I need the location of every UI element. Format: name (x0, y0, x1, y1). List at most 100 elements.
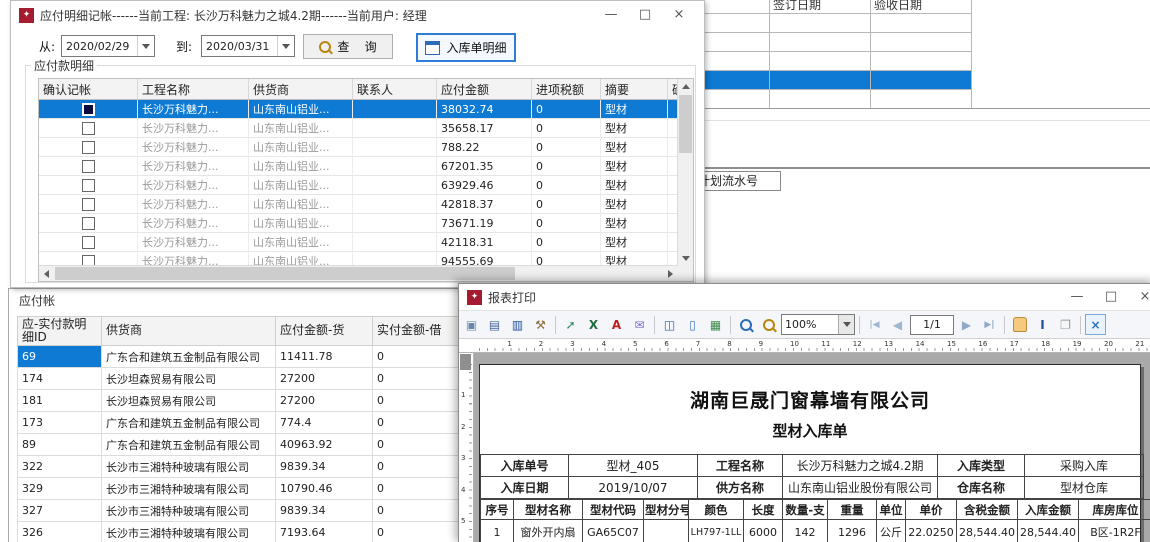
confirm-checkbox[interactable] (82, 141, 95, 154)
table-row[interactable]: 326长沙市三湘特种玻璃有限公司7193.6400 (18, 522, 463, 542)
scrollbar-thumb[interactable] (679, 95, 692, 153)
cell-confirm[interactable] (39, 176, 138, 195)
table-row[interactable]: 181长沙坦森贸易有限公司2720000 (18, 390, 463, 412)
cell-confirm[interactable] (39, 138, 138, 157)
column-header[interactable]: 进项税额 (532, 79, 601, 100)
cell-paid: 0 (373, 478, 463, 500)
app-icon: ✦ (467, 290, 482, 305)
cell-confirm[interactable] (39, 195, 138, 214)
column-header: 单价 (906, 500, 957, 520)
confirm-checkbox[interactable] (82, 179, 95, 192)
mail-export-icon[interactable]: ✉ (629, 314, 650, 335)
page-indicator[interactable]: 1/1 (910, 315, 954, 335)
table-row[interactable]: 长沙万科魅力...山东南山铝业...67201.350型材283 (39, 157, 678, 176)
table-row[interactable]: 173广东合和建筑五金制品有限公司774.400 (18, 412, 463, 434)
scroll-up-button[interactable] (678, 79, 693, 94)
cell-confirm[interactable] (39, 233, 138, 252)
save-icon[interactable]: ◫ (659, 314, 680, 335)
table-row[interactable]: 长沙万科魅力...山东南山铝业...788.220型材358 (39, 138, 678, 157)
zoom-in-icon[interactable] (735, 314, 756, 335)
cell-paid: 0 (373, 500, 463, 522)
minimize-button[interactable]: — (1060, 284, 1094, 310)
table-row[interactable]: 89广东合和建筑五金制品有限公司40963.9200 (18, 434, 463, 456)
copy-icon[interactable]: ❐ (1055, 314, 1076, 335)
confirm-checkbox[interactable] (82, 122, 95, 135)
table-row[interactable]: 327长沙市三湘特种玻璃有限公司9839.3400 (18, 500, 463, 522)
plan-serial-field[interactable]: 计划流水号 (695, 171, 781, 191)
page-setup-icon[interactable]: ▯ (682, 314, 703, 335)
horizontal-scrollbar[interactable] (39, 265, 678, 281)
table-row[interactable]: 长沙万科魅力...山东南山铝业...94555.690型材251 (39, 252, 678, 267)
column-header[interactable]: 供货商 (249, 79, 353, 100)
column-header[interactable]: 确认记帐 (39, 79, 138, 100)
scroll-down-button[interactable] (678, 251, 693, 266)
column-header[interactable]: 应-实付款明 细ID (18, 317, 102, 346)
close-preview-button[interactable]: × (1085, 314, 1106, 335)
column-header[interactable]: 摘要 (601, 79, 668, 100)
prev-page-button[interactable]: ◀ (887, 314, 908, 335)
table-row[interactable]: 长沙万科魅力...山东南山铝业...35658.170型材376 (39, 119, 678, 138)
maximize-button[interactable]: □ (1094, 284, 1128, 310)
confirm-checkbox[interactable] (82, 198, 95, 211)
table-row[interactable]: 长沙万科魅力...山东南山铝业...73671.190型材266 (39, 214, 678, 233)
table-row[interactable]: 长沙万科魅力...山东南山铝业...42118.310型材265 (39, 233, 678, 252)
first-page-button[interactable]: |◀ (864, 314, 885, 335)
table-row[interactable]: 长沙万科魅力...山东南山铝业...38032.740型材405 (39, 100, 678, 119)
table-row[interactable]: 174长沙坦森贸易有限公司2720000 (18, 368, 463, 390)
minimize-button[interactable]: — (594, 2, 628, 28)
table-row[interactable]: 322长沙市三湘特种玻璃有限公司9839.3400 (18, 456, 463, 478)
confirm-checkbox[interactable] (82, 236, 95, 249)
table-row[interactable]: 329长沙市三湘特种玻璃有限公司10790.4600 (18, 478, 463, 500)
column-header[interactable]: 签订日期 (770, 0, 871, 14)
scrollbar-thumb[interactable] (460, 354, 471, 370)
to-date-select[interactable]: 2020/03/31 (201, 35, 295, 57)
column-header[interactable]: 联系人 (353, 79, 437, 100)
next-page-button[interactable]: ▶ (956, 314, 977, 335)
scrollbar-thumb[interactable] (55, 267, 515, 280)
column-header[interactable]: 应付金额 (437, 79, 532, 100)
confirm-checkbox[interactable] (82, 217, 95, 230)
pdf-export-icon[interactable]: A (606, 314, 627, 335)
scroll-right-button[interactable] (663, 266, 678, 281)
inbound-detail-button[interactable]: 入库单明细 (416, 33, 516, 62)
table-row[interactable]: 69广东合和建筑五金制品有限公司11411.7800 (18, 346, 463, 368)
export-icon[interactable]: ➚ (560, 314, 581, 335)
zoom-select[interactable]: 100% (781, 314, 855, 335)
info-label: 工程名称 (698, 455, 783, 477)
text-select-icon[interactable]: I (1032, 314, 1053, 335)
from-date-select[interactable]: 2020/02/29 (61, 35, 155, 57)
cell-confirm[interactable] (39, 214, 138, 233)
cell-supplier: 长沙坦森贸易有限公司 (102, 390, 276, 412)
tools-icon[interactable]: ⚒ (530, 314, 551, 335)
properties-icon[interactable]: ▣ (461, 314, 482, 335)
print-preview-area[interactable]: 123456 湖南巨晟门窗幕墙有限公司 型材入库单 入库单号型材_405工程名称… (459, 353, 1150, 542)
confirm-checkbox[interactable] (82, 103, 95, 116)
query-button[interactable]: 查 询 (303, 34, 393, 59)
cell-confirm[interactable] (39, 252, 138, 267)
scroll-left-button[interactable] (39, 266, 54, 281)
print-icon[interactable]: ▤ (484, 314, 505, 335)
close-button[interactable]: × (662, 2, 696, 28)
last-page-button[interactable]: ▶| (979, 314, 1000, 335)
multi-page-icon[interactable]: ▦ (705, 314, 726, 335)
cell-confirm[interactable] (39, 119, 138, 138)
maximize-button[interactable]: □ (628, 2, 662, 28)
zoom-out-icon[interactable] (758, 314, 779, 335)
column-header[interactable]: 验收日期 (871, 0, 972, 14)
column-header[interactable]: 实付金额-借 (373, 317, 463, 346)
table-row[interactable]: 长沙万科魅力...山东南山铝业...63929.460型材276 (39, 176, 678, 195)
column-header[interactable]: 应付金额-货 (276, 317, 373, 346)
column-header[interactable]: 供货商 (102, 317, 276, 346)
confirm-checkbox[interactable] (82, 160, 95, 173)
book-icon[interactable]: ▥ (507, 314, 528, 335)
cell-confirm[interactable] (39, 157, 138, 176)
close-button[interactable]: × (1128, 284, 1150, 310)
table-row[interactable]: 长沙万科魅力...山东南山铝业...42818.370型材275 (39, 195, 678, 214)
cell-amount: 42818.37 (437, 195, 532, 214)
column-header[interactable]: 工程名称 (138, 79, 249, 100)
vertical-scrollbar[interactable] (677, 79, 693, 266)
cell (770, 14, 871, 33)
hand-tool-icon[interactable] (1009, 314, 1030, 335)
cell-confirm[interactable] (39, 100, 138, 119)
excel-export-icon[interactable]: X (583, 314, 604, 335)
